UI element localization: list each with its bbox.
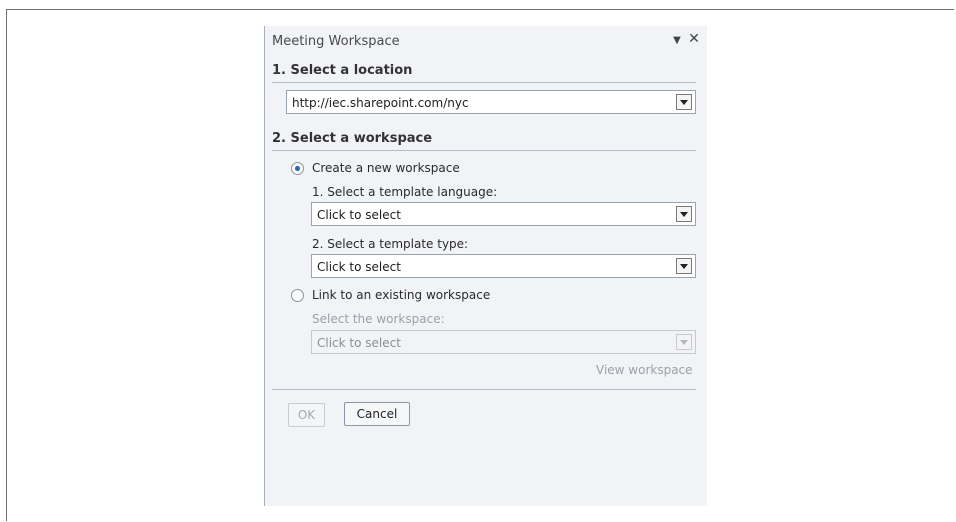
existing-workspace-dropdown: Click to select	[311, 330, 696, 354]
template-language-dropdown[interactable]: Click to select	[311, 202, 696, 226]
chevron-down-icon[interactable]	[676, 94, 692, 110]
template-type-dropdown[interactable]: Click to select	[311, 254, 696, 278]
template-language-label: 1. Select a template language:	[312, 185, 498, 199]
meeting-workspace-pane: Meeting Workspace ▼ ✕ 1. Select a locati…	[264, 26, 707, 506]
existing-workspace-value: Click to select	[317, 336, 401, 350]
create-workspace-label: Create a new workspace	[312, 161, 460, 175]
link-workspace-label: Link to an existing workspace	[312, 288, 491, 302]
location-dropdown[interactable]: http://iec.sharepoint.com/nyc	[286, 90, 696, 114]
template-type-label: 2. Select a template type:	[312, 237, 469, 251]
template-type-value: Click to select	[317, 260, 401, 274]
close-icon[interactable]: ✕	[687, 31, 701, 47]
chevron-down-icon	[676, 334, 692, 350]
workspace-heading: 2. Select a workspace	[272, 131, 696, 151]
create-workspace-radio[interactable]	[291, 162, 304, 175]
link-workspace-radio[interactable]	[291, 289, 304, 302]
view-workspace-link: View workspace	[596, 363, 693, 377]
select-workspace-label: Select the workspace:	[312, 312, 445, 326]
cancel-button[interactable]: Cancel	[344, 402, 410, 426]
location-heading: 1. Select a location	[272, 63, 696, 83]
ok-button[interactable]: OK	[288, 403, 325, 427]
pane-menu-icon[interactable]: ▼	[670, 35, 684, 46]
location-value: http://iec.sharepoint.com/nyc	[292, 96, 469, 110]
divider	[272, 389, 696, 390]
pane-title: Meeting Workspace	[272, 34, 400, 49]
template-language-value: Click to select	[317, 208, 401, 222]
chevron-down-icon[interactable]	[676, 206, 692, 222]
chevron-down-icon[interactable]	[676, 258, 692, 274]
pane-titlebar: Meeting Workspace ▼ ✕	[265, 26, 707, 56]
